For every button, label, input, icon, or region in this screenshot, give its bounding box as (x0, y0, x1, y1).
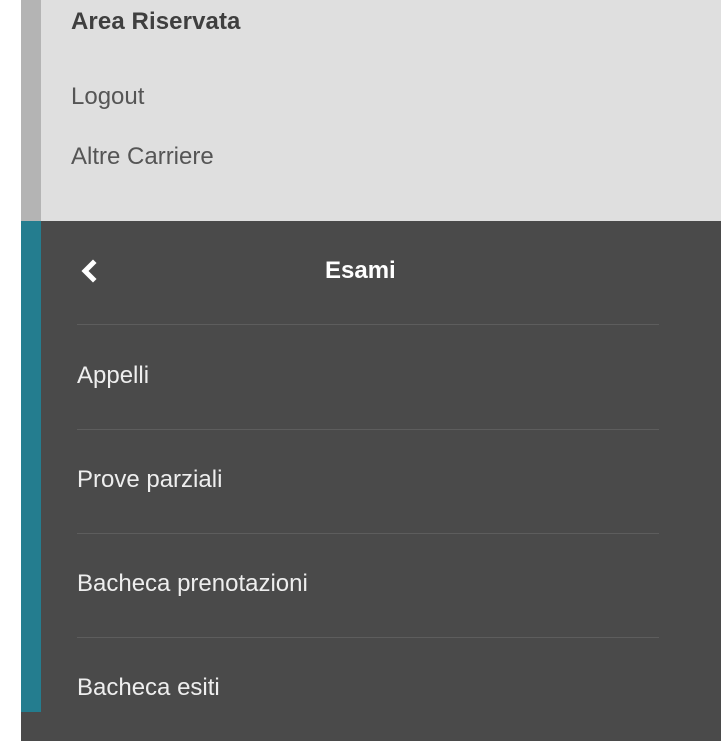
account-panel: Area Riservata Logout Altre Carriere (21, 0, 721, 221)
chevron-left-icon[interactable] (77, 257, 101, 285)
menu-item-label: Bacheca prenotazioni (77, 570, 308, 597)
logout-link[interactable]: Logout (71, 83, 144, 111)
menu-item-prove-parziali[interactable]: Prove parziali (77, 429, 659, 534)
menu-item-label: Prove parziali (77, 466, 223, 493)
menu-item-bacheca-prenotazioni[interactable]: Bacheca prenotazioni (77, 533, 659, 638)
submenu-header: Esami (77, 221, 659, 325)
submenu-accent (21, 221, 41, 712)
account-panel-accent (21, 0, 41, 221)
menu-item-appelli[interactable]: Appelli (77, 325, 659, 430)
other-careers-link[interactable]: Altre Carriere (71, 143, 214, 171)
menu-item-bacheca-esiti[interactable]: Bacheca esiti (77, 637, 659, 741)
submenu-title: Esami (325, 257, 396, 284)
menu-item-label: Appelli (77, 362, 150, 389)
side-menu: Area Riservata Logout Altre Carriere Esa… (21, 0, 721, 741)
account-panel-title: Area Riservata (71, 8, 241, 35)
menu-item-label: Bacheca esiti (77, 674, 220, 701)
exams-submenu: Esami Appelli Prove parziali Bacheca pre… (21, 221, 721, 741)
